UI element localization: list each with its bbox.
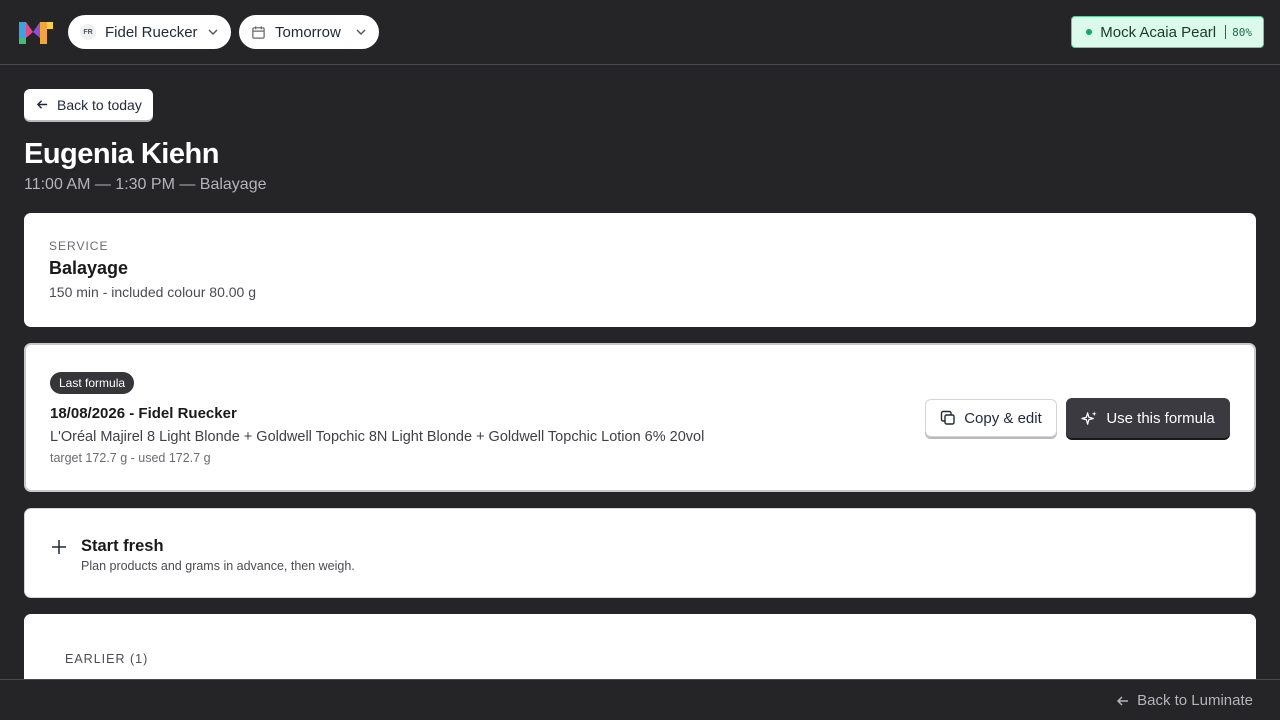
start-fresh-title: Start fresh — [81, 537, 164, 555]
arrow-left-icon — [36, 100, 48, 109]
copy-and-edit-label: Copy & edit — [964, 409, 1042, 427]
scale-name: Mock Acaia Pearl — [1100, 23, 1217, 41]
appointment-meta: 11:00 AM — 1:30 PM — Balayage — [24, 176, 267, 193]
scale-status-badge[interactable]: Mock Acaia Pearl 80% — [1071, 16, 1264, 48]
connection-status-dot — [1086, 29, 1093, 35]
use-this-formula-label: Use this formula — [1106, 409, 1215, 427]
formula-date-stylist: 18/08/2026 - Fidel Ruecker — [50, 405, 237, 422]
plus-icon — [52, 540, 66, 554]
date-label: Tomorrow — [275, 23, 341, 41]
service-detail: 150 min - included colour 80.00 g — [49, 284, 257, 300]
date-selector[interactable]: Tomorrow — [239, 15, 379, 49]
chevron-down-icon — [208, 29, 218, 35]
battery-level: 80% — [1232, 25, 1252, 39]
divider — [1225, 25, 1227, 39]
start-fresh-subtitle: Plan products and grams in advance, then… — [81, 559, 355, 573]
chevron-down-icon — [356, 29, 366, 35]
stylist-avatar: FR — [80, 24, 96, 40]
copy-and-edit-button[interactable]: Copy & edit — [925, 399, 1057, 437]
top-bar: FR Fidel Ruecker Tomorrow Mock Acaia Pea… — [0, 0, 1280, 65]
last-formula-card: Last formula 18/08/2026 - Fidel Ruecker … — [24, 343, 1256, 492]
earlier-label: EARLIER (1) — [65, 652, 149, 666]
formula-usage: target 172.7 g - used 172.7 g — [50, 451, 211, 465]
back-to-today-label: Back to today — [57, 96, 142, 113]
footer-bar: Back to Luminate — [0, 679, 1280, 720]
last-formula-badge: Last formula — [50, 372, 135, 394]
client-name: Eugenia Kiehn — [24, 138, 219, 170]
copy-icon — [941, 410, 955, 425]
back-to-luminate-link[interactable]: Back to Luminate — [1116, 692, 1253, 709]
service-name: Balayage — [49, 258, 129, 278]
calendar-icon — [252, 25, 265, 39]
stylist-selector[interactable]: FR Fidel Ruecker — [68, 15, 231, 49]
service-card: SERVICE Balayage 150 min - included colo… — [24, 213, 1256, 327]
use-this-formula-button[interactable]: Use this formula — [1066, 398, 1230, 438]
back-to-today-button[interactable]: Back to today — [24, 89, 153, 120]
formula-products: L'Oréal Majirel 8 Light Blonde + Goldwel… — [50, 429, 705, 445]
sparkles-icon — [1081, 410, 1097, 425]
stylist-name: Fidel Ruecker — [105, 23, 198, 41]
arrow-left-icon — [1117, 695, 1129, 706]
service-caption: SERVICE — [49, 239, 109, 253]
back-to-luminate-label: Back to Luminate — [1137, 692, 1253, 709]
start-fresh-card[interactable]: Start fresh Plan products and grams in a… — [24, 508, 1256, 598]
luminate-logo-icon[interactable] — [19, 20, 53, 44]
